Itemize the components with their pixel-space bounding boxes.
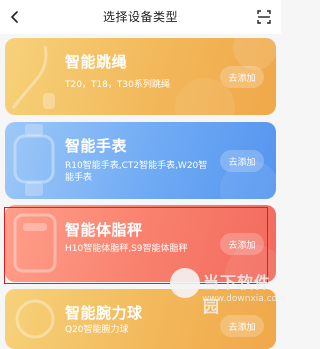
device-card-jump-rope[interactable]: 智能跳绳 T20，T18，T30系列跳绳 去添加 [5,38,276,115]
scan-icon [257,10,271,24]
add-button[interactable]: 去添加 [220,315,264,337]
add-button[interactable]: 去添加 [220,150,264,172]
add-button[interactable]: 去添加 [220,66,264,88]
add-button[interactable]: 去添加 [220,233,264,255]
device-card-watch[interactable]: 智能手表 R10智能手表,CT2智能手表,W20智能手表 去添加 [5,122,276,199]
device-name: 智能腕力球 [65,304,143,322]
device-name: 智能手表 [65,137,128,155]
device-card-body-scale[interactable]: 智能体脂秤 H10智能体脂秤,S9智能体脂秤 去添加 [5,205,276,282]
scan-button[interactable] [257,9,271,24]
device-desc: T20，T18，T30系列跳绳 [65,80,170,90]
device-card-wrist-ball[interactable]: 智能腕力球 Q20智能腕力球 去添加 [5,289,276,349]
device-name: 智能跳绳 [65,53,128,71]
page-title: 选择设备类型 [102,10,178,24]
header-bar: 选择设备类型 [0,0,281,34]
device-desc: Q20智能腕力球 [65,325,129,335]
device-name: 智能体脂秤 [65,221,143,239]
device-desc: H10智能体脂秤,S9智能体脂秤 [65,244,188,254]
device-desc: R10智能手表,CT2智能手表,W20智能手表 [65,161,208,183]
